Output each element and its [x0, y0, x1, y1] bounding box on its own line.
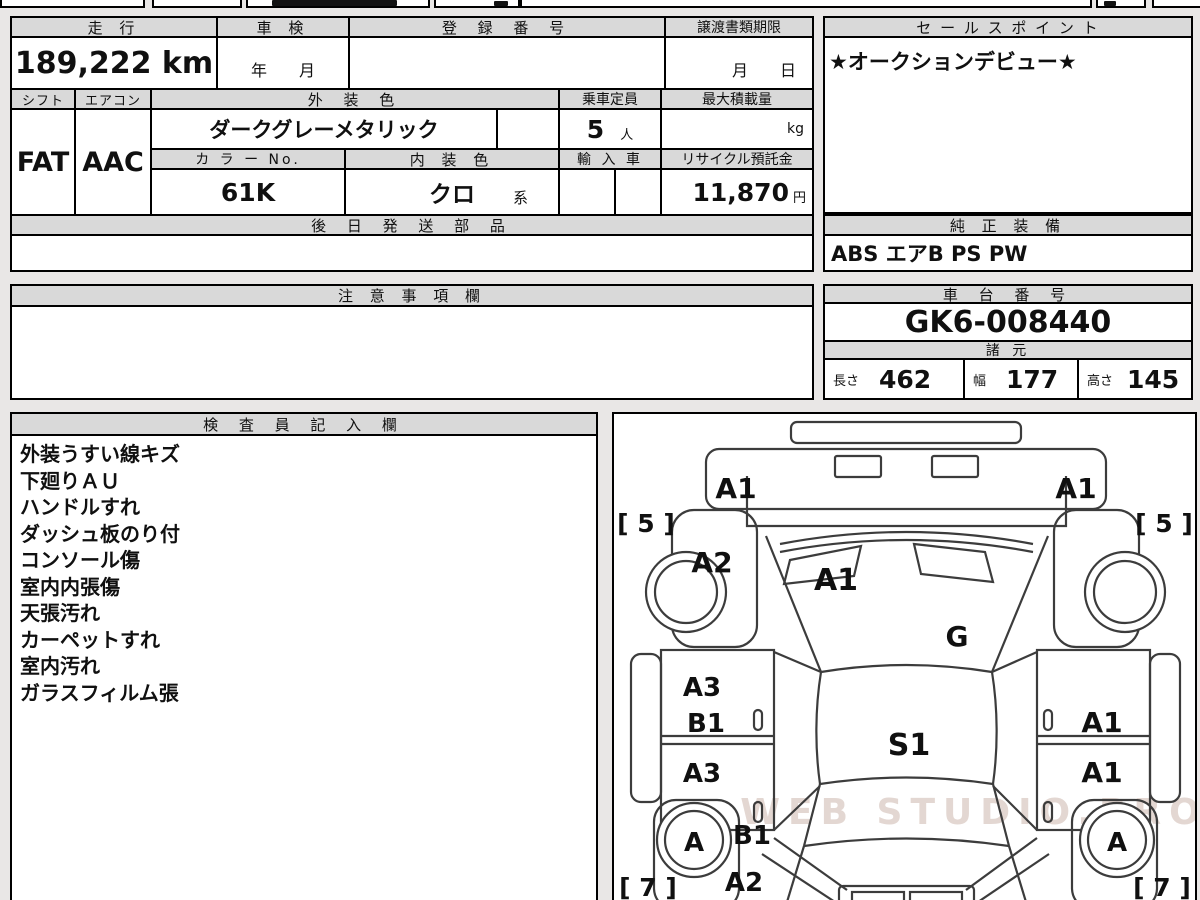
recycle-unit: 円	[792, 190, 806, 206]
top-cutoff-cell	[520, 0, 1092, 8]
tire-grade-front-right: [ 5 ]	[1135, 509, 1193, 538]
damage-label-front-fender-left: A2	[691, 546, 732, 579]
transfer-docs-header: 譲渡書類期限	[664, 16, 814, 38]
tire-grade-rear-left: [ 7 ]	[619, 873, 677, 900]
exterior-color-value: ダークグレーメタリック	[150, 108, 498, 150]
later-shipping-value	[10, 234, 814, 272]
max-load-header: 最大積載量	[660, 88, 814, 110]
cutoff-text-fragment	[1104, 1, 1116, 6]
inspector-note: 外装うすい線キズ	[20, 442, 180, 466]
shaken-header: 車 検	[216, 16, 350, 38]
width-value: 177	[1006, 364, 1059, 394]
length-value: 462	[879, 364, 932, 394]
tire-grade-rear-right: [ 7 ]	[1133, 873, 1191, 900]
interior-color-header: 内 装 色	[344, 148, 560, 170]
notes-header: 注 意 事 項 欄	[10, 284, 814, 307]
damage-label-hood: A1	[814, 563, 858, 598]
inspector-note: コンソール傷	[20, 548, 140, 572]
import-header: 輸 入 車	[558, 148, 662, 170]
genuine-equipment-header: 純 正 装 備	[823, 214, 1193, 236]
aircon-header: エアコン	[74, 88, 152, 110]
width-label: 幅	[973, 373, 987, 389]
shift-header: シフト	[10, 88, 76, 110]
tire-grade-front-left: [ 5 ]	[617, 509, 675, 538]
inspector-note: ハンドルすれ	[20, 495, 140, 519]
inspector-note: ガラスフィルム張	[20, 680, 179, 705]
length-label: 長さ	[833, 373, 860, 389]
damage-label-wheel-rear-right: A	[1107, 828, 1127, 858]
mileage-value: 189,222 km	[10, 36, 218, 90]
cutoff-text-fragment	[494, 1, 508, 6]
damage-label-door-rear-left: A3	[683, 759, 721, 789]
damage-label-door-front-right: A1	[1081, 706, 1122, 739]
cutoff-text-fragment	[272, 0, 397, 6]
capacity-unit: 人	[620, 127, 634, 143]
inspector-note: 天張汚れ	[20, 601, 100, 625]
aircon-value: AAC	[74, 108, 152, 216]
max-load-value: kg	[660, 108, 814, 150]
interior-color-suffix: 系	[512, 188, 528, 207]
genuine-equipment-value: ABS エアB PS PW	[823, 234, 1193, 272]
damage-label-door-front-left-a: A3	[683, 673, 721, 703]
sales-point-text: ★オークションデビュー★	[829, 50, 1077, 74]
height-cell: 高さ 145	[1077, 358, 1193, 400]
top-cutoff-cell	[152, 0, 242, 8]
exterior-color-subcell	[496, 108, 560, 150]
later-shipping-header: 後 日 発 送 部 品	[10, 214, 814, 236]
capacity-header: 乗車定員	[558, 88, 662, 110]
chassis-header: 車 台 番 号	[823, 284, 1193, 304]
capacity-number: 5	[586, 114, 605, 144]
capacity-value: 5 人	[558, 108, 662, 150]
color-no-value: 61K	[150, 168, 346, 216]
height-value: 145	[1127, 364, 1180, 394]
auction-sheet: 走 行 車 検 登 録 番 号 譲渡書類期限 189,222 km 年 月 月 …	[0, 0, 1200, 900]
car-top-view-diagram: WEB STUDIO.PRO A1 A1 [5] [5] A2 A1 G…	[617, 420, 1195, 900]
inspector-note: カーペットすれ	[20, 627, 160, 652]
top-cutoff-cell	[1152, 0, 1200, 8]
damage-label-front-bumper-right: A1	[1055, 472, 1096, 505]
color-no-header: カ ラ ー No.	[150, 148, 346, 170]
recycle-value: 11,870 円	[660, 168, 814, 216]
damage-diagram-box: WEB STUDIO.PRO A1 A1 [5] [5] A2 A1 G…	[612, 412, 1197, 900]
recycle-header: リサイクル預託金	[660, 148, 814, 170]
damage-label-quarter-rear-left: B1	[733, 821, 771, 851]
mileage-header: 走 行	[10, 16, 218, 38]
shift-value: FAT	[10, 108, 76, 216]
sales-point-box: ★オークションデビュー★	[823, 36, 1193, 214]
inspector-notes-box: 外装うすい線キズ 下廻りＡＵ ハンドルすれ ダッシュ板のり付 コンソール傷 室内…	[10, 434, 598, 900]
damage-label-front-bumper-left: A1	[715, 472, 756, 505]
damage-label-door-rear-right: A1	[1081, 756, 1122, 789]
registration-value	[348, 36, 666, 90]
height-label: 高さ	[1087, 373, 1114, 389]
inspector-note: 下廻りＡＵ	[20, 468, 120, 493]
damage-label-wheel-rear-left: A	[684, 828, 704, 858]
inspector-note: ダッシュ板のり付	[20, 521, 180, 546]
damage-label-cowl: G	[946, 620, 969, 653]
damage-label-door-front-left-b: B1	[687, 709, 725, 739]
import-value-sub	[614, 168, 662, 216]
chassis-value: GK6-008440	[823, 302, 1193, 342]
specs-header: 諸 元	[823, 340, 1193, 360]
width-cell: 幅 177	[963, 358, 1079, 400]
length-cell: 長さ 462	[823, 358, 965, 400]
damage-label-rear-bumper-left: A2	[725, 868, 763, 898]
interior-color-value: クロ 系	[344, 168, 560, 216]
inspector-note: 室内汚れ	[20, 654, 100, 678]
damage-label-roof: S1	[888, 728, 930, 763]
recycle-amount: 11,870	[692, 177, 789, 207]
sales-point-header: セ ー ル ス ポ イ ン ト	[823, 16, 1193, 38]
inspector-header: 検 査 員 記 入 欄	[10, 412, 598, 436]
inspector-note: 室内内張傷	[20, 574, 120, 599]
interior-color-text: クロ	[429, 182, 475, 208]
shaken-value: 年 月	[216, 36, 350, 90]
notes-value	[10, 305, 814, 400]
registration-header: 登 録 番 号	[348, 16, 666, 38]
import-value	[558, 168, 616, 216]
top-cutoff-cell	[0, 0, 145, 8]
exterior-color-header: 外 装 色	[150, 88, 560, 110]
transfer-docs-value: 月 日	[664, 36, 814, 90]
